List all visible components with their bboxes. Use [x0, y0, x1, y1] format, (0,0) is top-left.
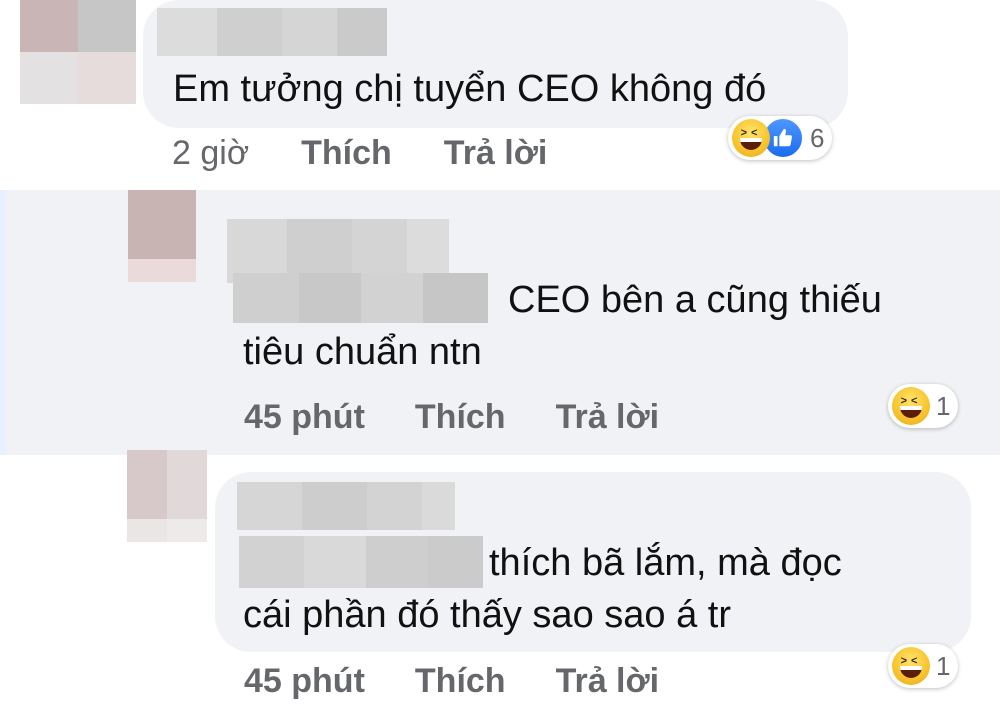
- comment-actions: 45 phút Thích Trả lời: [244, 662, 659, 701]
- reaction-summary[interactable]: >< 6: [728, 116, 833, 160]
- avatar[interactable]: [127, 450, 207, 542]
- avatar[interactable]: [20, 0, 136, 104]
- comment-timestamp[interactable]: 45 phút: [244, 662, 365, 701]
- comment-text-line-1: CEO bên a cũng thiếu: [508, 279, 882, 321]
- thread-indicator-bar: [0, 190, 6, 455]
- comment-text-line-2: tiêu chuẩn ntn: [243, 331, 482, 373]
- comment-bubble: Em tưởng chị tuyển CEO không đó: [143, 0, 848, 128]
- comment-bubble-bg: CEO bên a cũng thiếu tiêu chuẩn ntn: [215, 207, 971, 387]
- like-link[interactable]: Thích: [301, 134, 392, 173]
- comment-timestamp[interactable]: 2 giờ: [172, 134, 249, 173]
- commenter-name-redacted[interactable]: [237, 482, 455, 530]
- reaction-count: 6: [810, 122, 825, 153]
- comment-text: Em tưởng chị tuyển CEO không đó: [173, 68, 767, 110]
- reply-link[interactable]: Trả lời: [444, 134, 548, 173]
- haha-icon: ><: [892, 387, 930, 425]
- comment-actions: 2 giờ Thích Trả lời: [172, 134, 547, 173]
- reply-link[interactable]: Trả lời: [556, 662, 660, 701]
- reaction-summary[interactable]: >< 1: [888, 644, 959, 688]
- avatar[interactable]: [128, 190, 196, 282]
- comment-actions: 45 phút Thích Trả lời: [244, 398, 659, 437]
- like-link[interactable]: Thích: [415, 662, 506, 701]
- reaction-count: 1: [936, 390, 951, 421]
- comment-bubble: thích bã lắm, mà đọc cái phần đó thấy sa…: [215, 472, 971, 652]
- tagged-name-redacted[interactable]: [239, 536, 483, 588]
- like-link[interactable]: Thích: [415, 398, 506, 437]
- reaction-count: 1: [936, 650, 951, 681]
- haha-icon: ><: [732, 119, 770, 157]
- haha-icon: ><: [892, 647, 930, 685]
- comment-text-line-2: cái phần đó thấy sao sao á tr: [243, 594, 731, 636]
- tagged-name-redacted[interactable]: [233, 273, 488, 323]
- comment-timestamp[interactable]: 45 phút: [244, 398, 365, 437]
- reply-link[interactable]: Trả lời: [556, 398, 660, 437]
- reaction-summary[interactable]: >< 1: [888, 384, 959, 428]
- comment-text-line-1: thích bã lắm, mà đọc: [489, 542, 842, 584]
- commenter-name-redacted[interactable]: [157, 8, 387, 56]
